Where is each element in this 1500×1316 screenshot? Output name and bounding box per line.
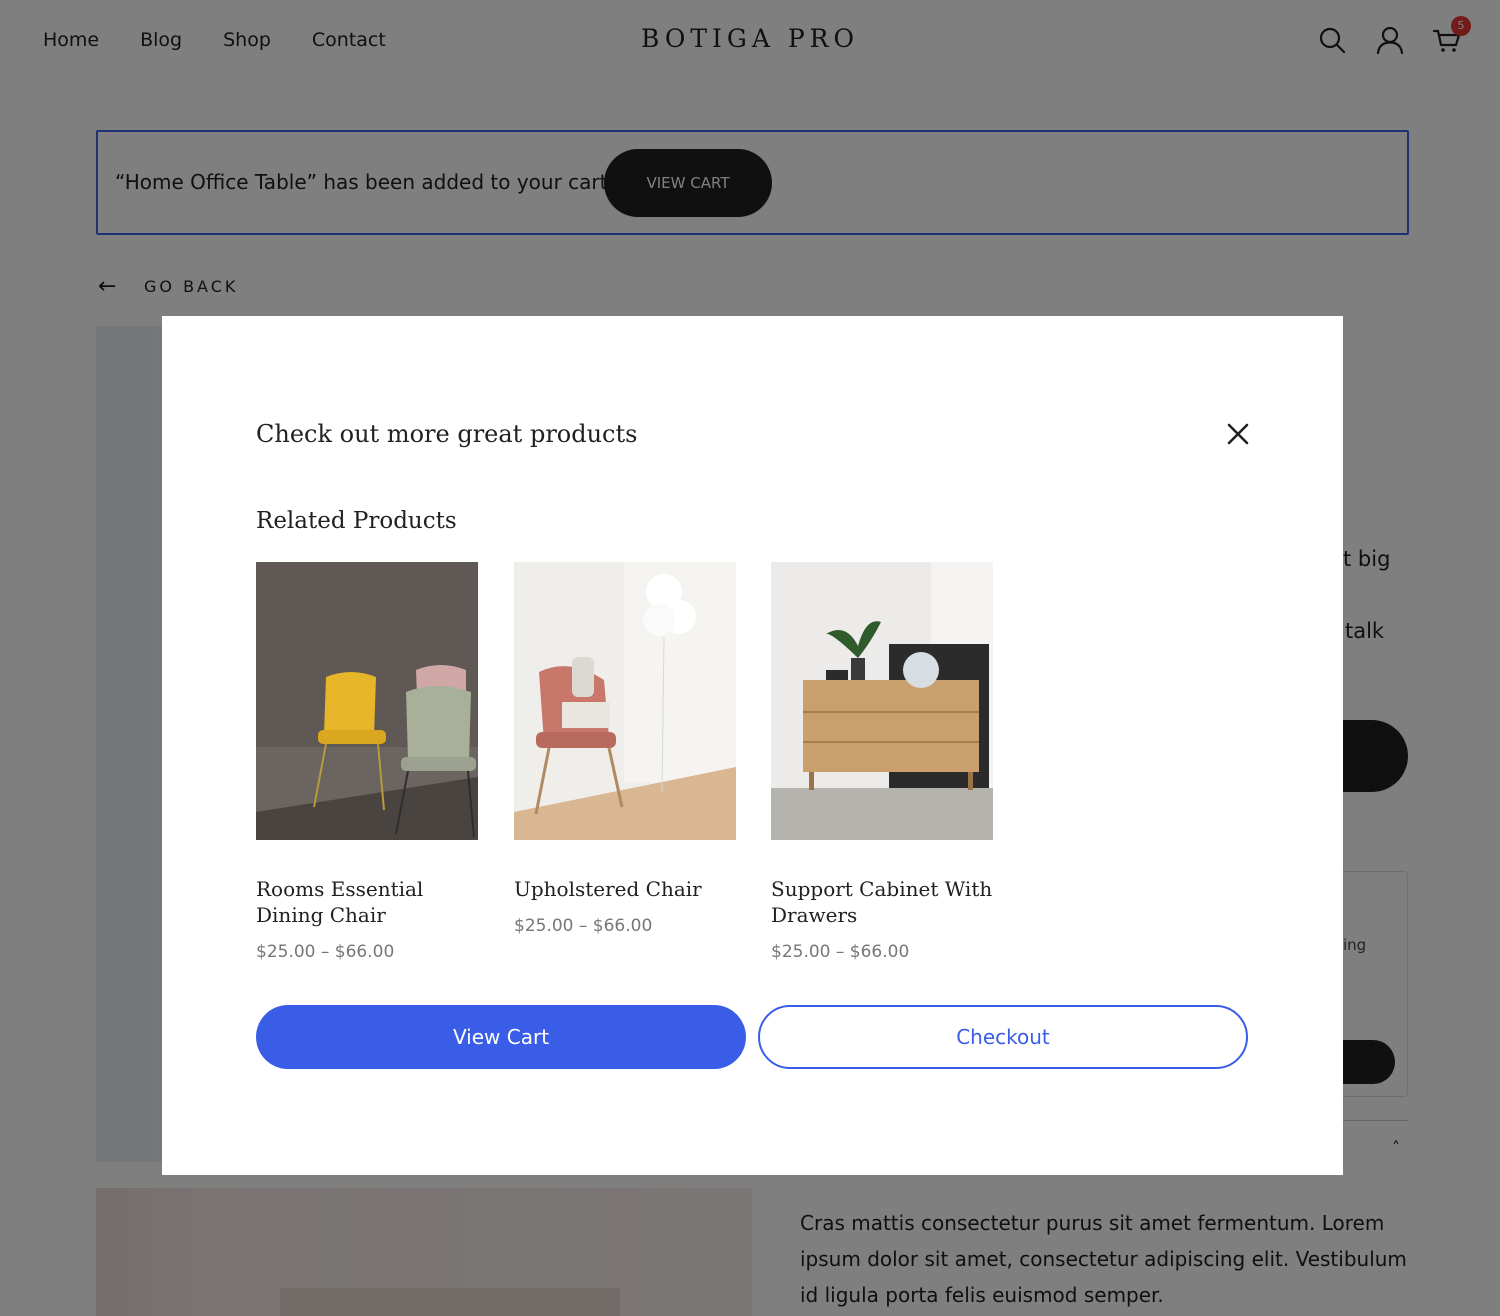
view-cart-button[interactable]: View Cart (256, 1005, 746, 1069)
product-name[interactable]: Rooms Essential Dining Chair (256, 876, 478, 928)
product-card[interactable]: Upholstered Chair $25.00 – $66.00 (514, 562, 736, 936)
product-card[interactable]: Rooms Essential Dining Chair $25.00 – $6… (256, 562, 478, 962)
product-image-upholstered-chair[interactable] (514, 562, 736, 840)
product-card[interactable]: Support Cabinet With Drawers $25.00 – $6… (771, 562, 993, 962)
product-price: $25.00 – $66.00 (771, 942, 910, 962)
product-price: $25.00 – $66.00 (256, 942, 395, 962)
modal-title: Check out more great products (256, 420, 638, 448)
related-products-heading: Related Products (256, 508, 457, 534)
product-image-dining-chair[interactable] (256, 562, 478, 840)
close-icon[interactable] (1224, 420, 1252, 448)
product-name[interactable]: Support Cabinet With Drawers (771, 876, 993, 928)
checkout-button[interactable]: Checkout (758, 1005, 1248, 1069)
product-price: $25.00 – $66.00 (514, 916, 653, 936)
product-name[interactable]: Upholstered Chair (514, 876, 736, 902)
related-products-modal: Check out more great products Related Pr… (162, 316, 1343, 1175)
product-image-support-cabinet[interactable] (771, 562, 993, 840)
